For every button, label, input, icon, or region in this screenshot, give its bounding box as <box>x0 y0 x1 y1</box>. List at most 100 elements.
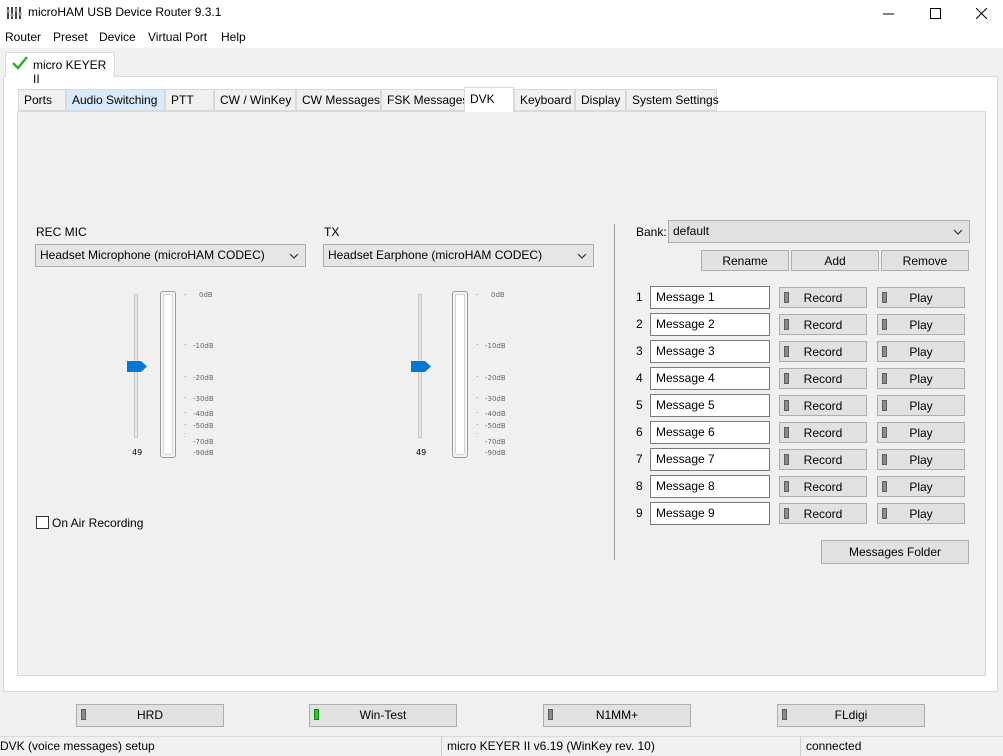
message-name-input[interactable]: Message 4 <box>650 367 770 390</box>
message-number: 4 <box>636 371 643 385</box>
close-button[interactable] <box>958 0 1003 26</box>
play-button[interactable]: Play <box>877 341 965 362</box>
message-name-input[interactable]: Message 9 <box>650 502 770 525</box>
tab-audio-switching[interactable]: Audio Switching <box>66 89 165 111</box>
minimize-button[interactable] <box>865 0 911 26</box>
hrd-button[interactable]: HRD <box>76 704 224 727</box>
record-button[interactable]: Record <box>779 314 867 335</box>
menu-device[interactable]: Device <box>99 30 136 44</box>
messages-folder-button[interactable]: Messages Folder <box>821 540 969 564</box>
win-test-button[interactable]: Win-Test <box>309 704 457 727</box>
record-button[interactable]: Record <box>779 449 867 470</box>
message-name-input[interactable]: Message 6 <box>650 421 770 444</box>
tab-fsk-messages[interactable]: FSK Messages <box>381 89 468 111</box>
message-number: 9 <box>636 506 643 520</box>
rec-db-10: -10dB <box>193 342 214 350</box>
n1mm-button[interactable]: N1MM+ <box>543 704 691 727</box>
tx-db-70: -70dB <box>485 438 506 446</box>
message-name-input[interactable]: Message 7 <box>650 448 770 471</box>
record-button[interactable]: Record <box>779 476 867 497</box>
message-name-input[interactable]: Message 1 <box>650 286 770 309</box>
record-button[interactable]: Record <box>779 395 867 416</box>
record-button[interactable]: Record <box>779 422 867 443</box>
message-number: 3 <box>636 344 643 358</box>
play-button[interactable]: Play <box>877 395 965 416</box>
rec-db-40: -40dB <box>193 410 214 418</box>
chevron-down-icon <box>953 229 963 235</box>
check-icon <box>12 56 28 70</box>
tab-display[interactable]: Display <box>575 89 626 111</box>
remove-bank-button[interactable]: Remove <box>881 250 969 271</box>
status-middle: micro KEYER II v6.19 (WinKey rev. 10) <box>447 739 655 753</box>
tx-label: TX <box>324 225 340 239</box>
play-button[interactable]: Play <box>877 503 965 524</box>
tx-db-40: -40dB <box>485 410 506 418</box>
status-separator <box>441 737 442 756</box>
tab-cw-messages[interactable]: CW Messages <box>296 89 381 111</box>
on-air-recording-label[interactable]: On Air Recording <box>52 516 143 530</box>
tab-system-settings[interactable]: System Settings <box>626 89 719 111</box>
play-button[interactable]: Play <box>877 287 965 308</box>
device-tab[interactable]: micro KEYER II <box>5 52 115 86</box>
rec-db-90: -90dB <box>193 449 214 457</box>
tx-level-slider-thumb[interactable] <box>411 361 431 372</box>
play-button[interactable]: Play <box>877 314 965 335</box>
bank-select[interactable]: default <box>668 220 970 243</box>
status-left: DVK (voice messages) setup <box>0 739 155 753</box>
message-name-input[interactable]: Message 8 <box>650 475 770 498</box>
status-right: connected <box>806 739 862 753</box>
tab-ports[interactable]: Ports <box>18 89 66 111</box>
tab-keyboard[interactable]: Keyboard <box>514 89 575 111</box>
maximize-icon <box>929 7 941 19</box>
message-name-input[interactable]: Message 3 <box>650 340 770 363</box>
rename-bank-button[interactable]: Rename <box>701 250 789 271</box>
tx-db-10: -10dB <box>485 342 506 350</box>
device-tab-label: micro KEYER II <box>33 58 107 86</box>
chevron-down-icon <box>577 253 587 259</box>
minimize-icon <box>882 13 894 14</box>
rec-mic-device-select[interactable]: Headset Microphone (microHAM CODEC) <box>35 244 306 267</box>
tab-ptt[interactable]: PTT <box>165 89 214 111</box>
rec-mic-label: REC MIC <box>36 225 87 239</box>
status-separator <box>800 737 801 756</box>
play-button[interactable]: Play <box>877 449 965 470</box>
on-air-recording-checkbox[interactable] <box>36 516 49 529</box>
menu-help[interactable]: Help <box>221 30 246 44</box>
tab-cw-winkey[interactable]: CW / WinKey <box>214 89 296 111</box>
bank-label: Bank: <box>636 225 667 239</box>
message-number: 2 <box>636 317 643 331</box>
tx-device-select[interactable]: Headset Earphone (microHAM CODEC) <box>323 244 594 267</box>
rec-db-20: -20dB <box>193 374 214 382</box>
menu-router[interactable]: Router <box>5 30 41 44</box>
chevron-down-icon <box>289 253 299 259</box>
fldigi-button[interactable]: FLdigi <box>777 704 925 727</box>
tx-db-0: 0dB <box>491 291 505 299</box>
maximize-button[interactable] <box>912 0 958 26</box>
message-name-input[interactable]: Message 5 <box>650 394 770 417</box>
add-bank-button[interactable]: Add <box>791 250 879 271</box>
message-number: 5 <box>636 398 643 412</box>
menu-virtual-port[interactable]: Virtual Port <box>148 30 207 44</box>
rec-db-50: -50dB <box>193 422 214 430</box>
rec-db-30: -30dB <box>193 395 214 403</box>
play-button[interactable]: Play <box>877 476 965 497</box>
tab-dvk[interactable]: DVK <box>464 87 514 112</box>
message-name-input[interactable]: Message 2 <box>650 313 770 336</box>
tx-level-meter <box>452 291 468 458</box>
record-button[interactable]: Record <box>779 341 867 362</box>
rec-level-value: 49 <box>132 448 143 457</box>
record-button[interactable]: Record <box>779 503 867 524</box>
menu-preset[interactable]: Preset <box>53 30 88 44</box>
rec-db-70: -70dB <box>193 438 214 446</box>
rec-level-slider-thumb[interactable] <box>127 361 147 372</box>
record-button[interactable]: Record <box>779 287 867 308</box>
rec-level-meter <box>160 291 176 458</box>
message-number: 1 <box>636 290 643 304</box>
play-button[interactable]: Play <box>877 422 965 443</box>
message-number: 8 <box>636 479 643 493</box>
tx-device-value: Headset Earphone (microHAM CODEC) <box>328 248 543 262</box>
record-button[interactable]: Record <box>779 368 867 389</box>
tx-db-90: -90dB <box>485 449 506 457</box>
tx-level-value: 49 <box>416 448 427 457</box>
play-button[interactable]: Play <box>877 368 965 389</box>
